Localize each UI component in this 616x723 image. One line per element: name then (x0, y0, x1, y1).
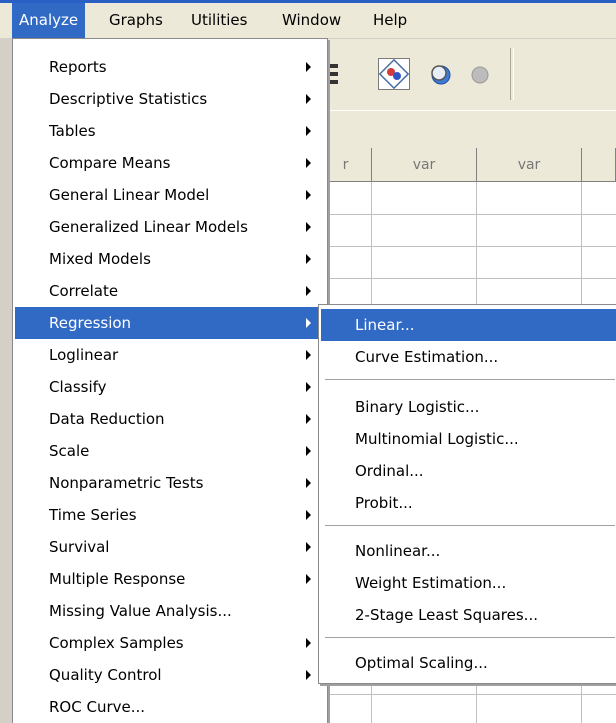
submenu-separator (325, 379, 615, 380)
submenu-arrow-icon (306, 158, 311, 168)
submenu-arrow-icon (306, 574, 311, 584)
menu-item-label: Quality Control (49, 666, 162, 684)
menu-item-label: Nonparametric Tests (49, 474, 204, 492)
submenu-arrow-icon (306, 670, 311, 680)
menu-item-label: Classify (49, 378, 107, 396)
menu-item-regression[interactable]: Regression (15, 307, 325, 339)
menu-item-time-series[interactable]: Time Series (15, 499, 325, 531)
toolbar-use-sets-icon[interactable] (426, 58, 458, 90)
toolbar-show-all-icon[interactable] (466, 58, 498, 90)
submenu-arrow-icon (306, 638, 311, 648)
menu-item-missing-value-analysis[interactable]: Missing Value Analysis... (15, 595, 325, 627)
menu-item-label: Complex Samples (49, 634, 184, 652)
submenu-arrow-icon (306, 478, 311, 488)
menu-item-label: Scale (49, 442, 90, 460)
submenu-arrow-icon (306, 286, 311, 296)
grid-row-line (320, 278, 616, 279)
submenu-arrow-icon (306, 318, 311, 328)
menu-item-label: ROC Curve... (49, 698, 146, 716)
menu-utilities[interactable]: Utilities (184, 3, 254, 38)
menu-item-label: Survival (49, 538, 110, 556)
submenu-item-ordinal[interactable]: Ordinal... (321, 455, 616, 487)
menu-item-correlate[interactable]: Correlate (15, 275, 325, 307)
grid-row-line (320, 214, 616, 215)
submenu-item-nonlinear[interactable]: Nonlinear... (321, 535, 616, 567)
submenu-item-2-stage-least-squares[interactable]: 2-Stage Least Squares... (321, 599, 616, 631)
toolbar-separator (510, 48, 514, 100)
menu-item-nonparametric-tests[interactable]: Nonparametric Tests (15, 467, 325, 499)
menu-item-reports[interactable]: Reports (15, 51, 325, 83)
row-header-strip (0, 38, 12, 723)
grid-row-line (320, 246, 616, 247)
cell-editor-bar (320, 110, 616, 149)
submenu-arrow-icon (306, 94, 311, 104)
menu-item-label: Multiple Response (49, 570, 186, 588)
menu-item-label: Data Reduction (49, 410, 165, 428)
menu-item-label: Time Series (49, 506, 137, 524)
column-header[interactable]: var (372, 148, 477, 182)
menu-item-label: Loglinear (49, 346, 119, 364)
menu-item-label: Missing Value Analysis... (49, 602, 232, 620)
menu-item-loglinear[interactable]: Loglinear (15, 339, 325, 371)
menu-item-tables[interactable]: Tables (15, 115, 325, 147)
toolbar (320, 40, 616, 110)
menu-item-scale[interactable]: Scale (15, 435, 325, 467)
menu-item-label: Correlate (49, 282, 119, 300)
menu-item-compare-means[interactable]: Compare Means (15, 147, 325, 179)
menu-item-label: Generalized Linear Models (49, 218, 248, 236)
menu-item-label: Compare Means (49, 154, 171, 172)
menu-analyze[interactable]: Analyze (12, 3, 86, 38)
submenu-item-binary-logistic[interactable]: Binary Logistic... (321, 391, 616, 423)
submenu-arrow-icon (306, 446, 311, 456)
menu-item-label: Reports (49, 58, 107, 76)
submenu-item-linear[interactable]: Linear... (321, 309, 616, 341)
menu-item-label: Descriptive Statistics (49, 90, 208, 108)
menu-item-multiple-response[interactable]: Multiple Response (15, 563, 325, 595)
menu-item-label: General Linear Model (49, 186, 210, 204)
submenu-separator (325, 637, 615, 638)
submenu-item-curve-estimation[interactable]: Curve Estimation... (321, 341, 616, 373)
submenu-arrow-icon (306, 254, 311, 264)
spss-data-editor-window: Analyze Graphs Utilities Window Help r v… (0, 0, 616, 723)
analyze-menu: Reports Descriptive Statistics Tables Co… (12, 38, 328, 723)
submenu-item-multinomial-logistic[interactable]: Multinomial Logistic... (321, 423, 616, 455)
menu-graphs[interactable]: Graphs (102, 3, 170, 38)
menu-item-label: Regression (49, 314, 132, 332)
menu-item-quality-control[interactable]: Quality Control (15, 659, 325, 691)
menu-item-label: Tables (49, 122, 96, 140)
menu-help[interactable]: Help (366, 3, 414, 38)
submenu-item-optimal-scaling[interactable]: Optimal Scaling... (321, 647, 616, 679)
column-header[interactable] (582, 148, 616, 182)
menu-item-classify[interactable]: Classify (15, 371, 325, 403)
grid-row-line (320, 694, 616, 695)
submenu-arrow-icon (306, 190, 311, 200)
submenu-arrow-icon (306, 542, 311, 552)
menu-item-mixed-models[interactable]: Mixed Models (15, 243, 325, 275)
menu-item-general-linear-model[interactable]: General Linear Model (15, 179, 325, 211)
menu-item-complex-samples[interactable]: Complex Samples (15, 627, 325, 659)
menu-item-roc-curve[interactable]: ROC Curve... (15, 691, 325, 723)
submenu-arrow-icon (306, 222, 311, 232)
submenu-arrow-icon (306, 414, 311, 424)
submenu-arrow-icon (306, 350, 311, 360)
menu-item-label: Mixed Models (49, 250, 151, 268)
submenu-arrow-icon (306, 62, 311, 72)
submenu-arrow-icon (306, 382, 311, 392)
column-header[interactable]: var (477, 148, 582, 182)
menu-item-descriptive-statistics[interactable]: Descriptive Statistics (15, 83, 325, 115)
menubar: Analyze Graphs Utilities Window Help (0, 0, 616, 39)
toolbar-grid-icon[interactable] (328, 58, 360, 90)
menu-item-data-reduction[interactable]: Data Reduction (15, 403, 325, 435)
submenu-item-weight-estimation[interactable]: Weight Estimation... (321, 567, 616, 599)
menu-window[interactable]: Window (275, 3, 348, 38)
menu-item-generalized-linear-models[interactable]: Generalized Linear Models (15, 211, 325, 243)
regression-submenu: Linear... Curve Estimation... Binary Log… (318, 304, 616, 684)
submenu-separator (325, 525, 615, 526)
toolbar-value-labels-icon[interactable] (378, 58, 410, 90)
submenu-item-probit[interactable]: Probit... (321, 487, 616, 519)
submenu-arrow-icon (306, 510, 311, 520)
menu-item-survival[interactable]: Survival (15, 531, 325, 563)
submenu-arrow-icon (306, 126, 311, 136)
